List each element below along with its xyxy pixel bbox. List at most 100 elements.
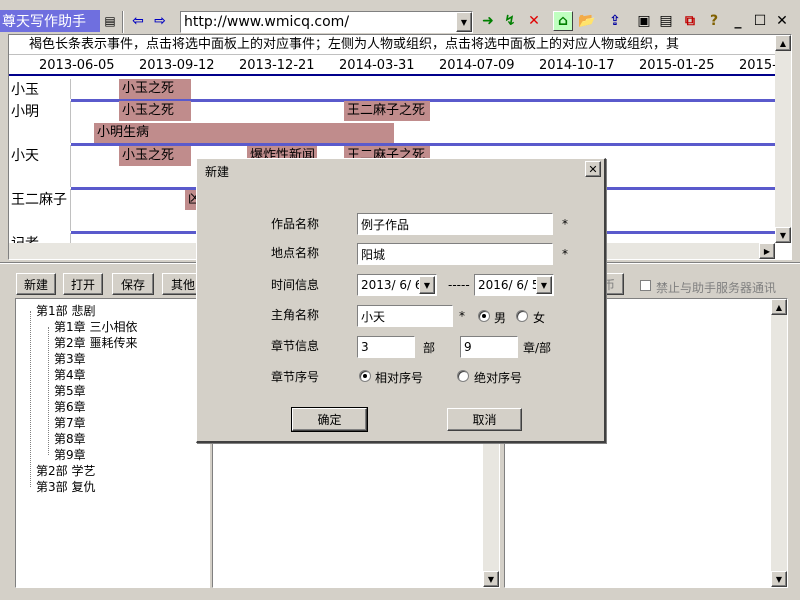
- hero-name-label: 主角名称: [271, 308, 320, 322]
- tree-connector: [30, 311, 31, 487]
- hero-name-input[interactable]: 小天: [357, 305, 453, 327]
- date-tick: 2014-10-17: [539, 58, 615, 73]
- work-name-label: 作品名称: [271, 217, 320, 231]
- disable-server-checkbox[interactable]: [640, 280, 651, 291]
- open-button[interactable]: 打开: [63, 273, 103, 295]
- chapters-unit-label: 章/部: [523, 341, 552, 355]
- male-label: 男: [494, 311, 507, 325]
- save-button[interactable]: 保存: [112, 273, 154, 295]
- refresh-icon[interactable]: ↯: [500, 11, 520, 31]
- app-title: 尊天写作助手: [0, 10, 100, 32]
- dialog-close-button[interactable]: ✕: [585, 161, 601, 177]
- chapters-count-input[interactable]: 9: [460, 336, 518, 358]
- tree-chapter[interactable]: 第2章 噩耗传来: [28, 335, 209, 351]
- tree-chapter[interactable]: 第8章: [28, 431, 209, 447]
- toolbar-divider: [122, 11, 124, 33]
- cancel-button[interactable]: 取消: [447, 408, 522, 431]
- go-icon[interactable]: ➜: [478, 11, 498, 31]
- url-text: http://www.wmicq.com/: [184, 14, 350, 30]
- work-name-input[interactable]: 例子作品: [357, 213, 553, 235]
- scroll-down-button[interactable]: ▼: [483, 571, 499, 587]
- relative-order-label: 相对序号: [375, 371, 424, 385]
- row-label-xiaotian[interactable]: 小天: [9, 145, 71, 187]
- date-separator: -----: [448, 278, 470, 292]
- row-label-wangermazi[interactable]: 王二麻子: [9, 189, 71, 231]
- chapter-order-label: 章节序号: [271, 370, 320, 384]
- parts-count-input[interactable]: 3: [357, 336, 415, 358]
- time-info-label: 时间信息: [271, 278, 320, 292]
- event-bar[interactable]: 王二麻子之死: [344, 101, 430, 121]
- right-vscroll[interactable]: ▲ ▼: [771, 299, 787, 587]
- start-date-text: 2013/ 6/ 6: [361, 278, 423, 292]
- required-mark: *: [562, 247, 568, 261]
- menu-strip: [0, 0, 800, 8]
- back-icon[interactable]: ⇦: [128, 11, 148, 31]
- date-tick: 2013-12-21: [239, 58, 315, 73]
- scroll-down-button[interactable]: ▼: [771, 571, 787, 587]
- timeline-description: 褐色长条表示事件，点击将选中面板上的对应事件；左侧为人物或组织，点击将选中面板上…: [9, 35, 775, 55]
- export-icon[interactable]: ⧉: [680, 11, 700, 31]
- chevron-down-icon[interactable]: ▼: [536, 276, 552, 294]
- end-date-picker[interactable]: 2016/ 6/ 5 ▼: [474, 274, 554, 296]
- scroll-down-button[interactable]: ▼: [775, 227, 791, 243]
- close-icon[interactable]: ✕: [772, 11, 792, 31]
- dialog-title: 新建: [199, 161, 602, 181]
- event-bar[interactable]: 小玉之死: [119, 101, 191, 121]
- scroll-right-button[interactable]: ▶: [759, 243, 775, 259]
- tree-chapter[interactable]: 第6章: [28, 399, 209, 415]
- event-bar[interactable]: 小玉之死: [119, 79, 191, 99]
- window-icon[interactable]: ▣: [634, 11, 654, 31]
- chevron-down-icon[interactable]: ▼: [419, 276, 435, 294]
- tree-chapter[interactable]: 第3章: [28, 351, 209, 367]
- tree-part-3[interactable]: 第3部 复仇: [28, 479, 209, 495]
- url-dropdown-button[interactable]: ▼: [456, 12, 472, 32]
- url-input[interactable]: http://www.wmicq.com/ ▼: [180, 11, 473, 33]
- forward-icon[interactable]: ⇨: [150, 11, 170, 31]
- event-bar[interactable]: 小玉之死: [119, 146, 191, 166]
- help-icon[interactable]: ?: [704, 11, 724, 31]
- end-date-text: 2016/ 6/ 5: [478, 278, 540, 292]
- required-mark: *: [459, 309, 465, 323]
- male-radio[interactable]: [478, 310, 490, 322]
- scroll-up-button[interactable]: ▲: [771, 299, 787, 315]
- stop-icon[interactable]: ✕: [524, 11, 544, 31]
- place-name-input[interactable]: 阳城: [357, 243, 553, 265]
- tree-chapter[interactable]: 第5章: [28, 383, 209, 399]
- tree-chapter[interactable]: 第9章: [28, 447, 209, 463]
- chapter-info-label: 章节信息: [271, 339, 320, 353]
- doc-icon[interactable]: ▤: [100, 11, 120, 31]
- new-button[interactable]: 新建: [16, 273, 56, 295]
- event-bar[interactable]: 小明生病: [94, 123, 394, 143]
- female-radio[interactable]: [516, 310, 528, 322]
- scroll-up-button[interactable]: ▲: [775, 35, 791, 51]
- required-mark: *: [562, 217, 568, 231]
- absolute-order-label: 绝对序号: [474, 371, 523, 385]
- chapter-tree[interactable]: 第1部 悲剧 第1章 三小相依 第2章 噩耗传来 第3章 第4章 第5章 第6章…: [15, 298, 210, 588]
- place-name-label: 地点名称: [271, 246, 320, 260]
- date-tick: 2015-01-25: [639, 58, 715, 73]
- start-date-picker[interactable]: 2013/ 6/ 6 ▼: [357, 274, 437, 296]
- row-label-xiaoyu[interactable]: 小玉: [9, 79, 71, 99]
- row-label-xiaoming[interactable]: 小明: [9, 101, 71, 143]
- date-tick: 2014-03-31: [339, 58, 415, 73]
- date-tick: 2013-06-05: [39, 58, 115, 73]
- ok-button[interactable]: 确定: [291, 407, 368, 432]
- minimize-icon[interactable]: _: [728, 11, 748, 31]
- open-icon[interactable]: 📂: [577, 11, 597, 31]
- tree-chapter[interactable]: 第4章: [28, 367, 209, 383]
- tree-chapter[interactable]: 第7章: [28, 415, 209, 431]
- dialog-title-text: 新建: [205, 164, 230, 179]
- date-tick: 2013-09-12: [139, 58, 215, 73]
- home-icon[interactable]: ⌂: [553, 11, 573, 31]
- timeline-vscroll[interactable]: ▲ ▼: [775, 35, 791, 243]
- tree-part-2[interactable]: 第2部 学艺: [28, 463, 209, 479]
- page-icon[interactable]: ▤: [656, 11, 676, 31]
- maximize-icon[interactable]: ☐: [750, 11, 770, 31]
- tree-chapter[interactable]: 第1章 三小相依: [28, 319, 209, 335]
- parts-unit-label: 部: [423, 341, 436, 355]
- relative-order-radio[interactable]: [359, 370, 371, 382]
- tree-part-1[interactable]: 第1部 悲剧: [28, 303, 209, 319]
- absolute-order-radio[interactable]: [457, 370, 469, 382]
- upload-icon[interactable]: ⇪: [605, 11, 625, 31]
- new-dialog: 新建 ✕ 作品名称 例子作品 * 地点名称 阳城 * 时间信息 2013/ 6/…: [196, 158, 606, 443]
